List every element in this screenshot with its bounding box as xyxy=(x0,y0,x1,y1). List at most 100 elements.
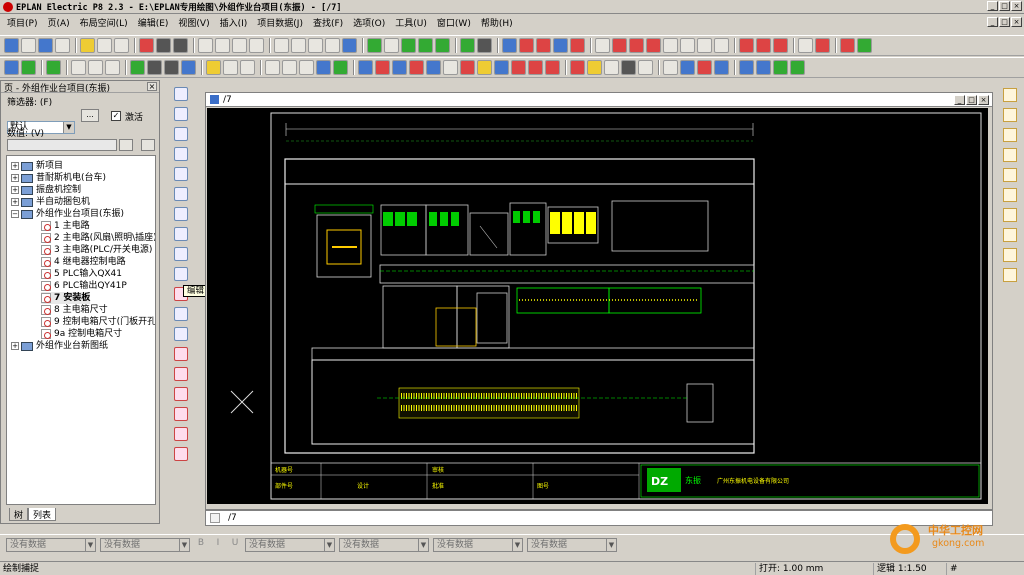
page-icon[interactable] xyxy=(274,38,289,53)
line-tool-icon[interactable] xyxy=(174,87,188,101)
doc-c-icon[interactable] xyxy=(299,60,314,75)
menu-view[interactable]: 视图(V) xyxy=(173,16,214,29)
swap-icon[interactable] xyxy=(316,60,331,75)
paste-icon[interactable] xyxy=(114,38,129,53)
ellipse-tool-icon[interactable] xyxy=(174,187,188,201)
image-tool-icon[interactable] xyxy=(174,307,188,321)
curve-icon[interactable] xyxy=(646,38,661,53)
polygon-tool-icon[interactable] xyxy=(174,127,188,141)
edit-tool-icon[interactable] xyxy=(174,267,188,281)
tree-node-project[interactable]: + 半自动捆包机 xyxy=(11,196,90,208)
drawing-canvas[interactable]: 机器号 部件号 设计 审核 批准 图号 DZ 东振 广州东振机电设备有限公司 xyxy=(207,108,988,504)
potential-icon[interactable] xyxy=(460,60,475,75)
zoom-fit-icon[interactable] xyxy=(435,38,450,53)
cable-icon[interactable] xyxy=(392,60,407,75)
connector-icon[interactable] xyxy=(426,60,441,75)
list-b-icon[interactable] xyxy=(756,38,771,53)
folder-icon[interactable] xyxy=(206,60,221,75)
line-icon[interactable] xyxy=(680,38,695,53)
undo-icon[interactable] xyxy=(198,38,213,53)
expand-icon[interactable] xyxy=(815,38,830,53)
previous-page-icon[interactable] xyxy=(460,38,475,53)
menu-project-data[interactable]: 项目数据(J) xyxy=(252,16,308,29)
grid-d-icon[interactable] xyxy=(553,38,568,53)
mount-icon[interactable] xyxy=(663,60,678,75)
menu-find[interactable]: 查找(F) xyxy=(308,16,348,29)
minimize-button[interactable]: _ xyxy=(987,1,998,11)
grid-a-icon[interactable] xyxy=(502,38,517,53)
value-apply-button[interactable] xyxy=(141,139,155,151)
tree-node-project-expanded[interactable]: − 外组作业台项目(东振) xyxy=(11,208,124,220)
terminal-icon[interactable] xyxy=(375,60,390,75)
menu-tools[interactable]: 工具(U) xyxy=(390,16,432,29)
table-icon[interactable] xyxy=(308,38,323,53)
tree-icon[interactable] xyxy=(4,60,19,75)
menu-page[interactable]: 页(A) xyxy=(42,16,74,29)
menu-layout-space[interactable]: 布局空间(L) xyxy=(75,16,133,29)
tree-node-page[interactable]: 4 继电器控制电路 xyxy=(41,256,126,268)
drawing-scrollbar[interactable] xyxy=(206,503,992,509)
window-icon[interactable] xyxy=(342,38,357,53)
junction-d-icon[interactable] xyxy=(1003,228,1017,242)
grid-c-icon[interactable] xyxy=(536,38,551,53)
check-icon[interactable] xyxy=(130,60,145,75)
bold-button[interactable]: B xyxy=(194,538,208,552)
drawing-vertical-scrollbar[interactable] xyxy=(993,92,997,510)
junction-a-icon[interactable] xyxy=(1003,168,1017,182)
property-select-4[interactable]: 没有数据 ▼ xyxy=(339,537,429,552)
close-button[interactable]: × xyxy=(1011,1,1022,11)
next-icon[interactable] xyxy=(333,60,348,75)
redo-icon[interactable] xyxy=(215,38,230,53)
draw-icon[interactable] xyxy=(156,38,171,53)
diagonal-b-icon[interactable] xyxy=(1003,268,1017,282)
sector-tool-icon[interactable] xyxy=(174,227,188,241)
rectangle-tool-icon[interactable] xyxy=(174,147,188,161)
cut-icon[interactable] xyxy=(80,38,95,53)
pencil-tool-icon[interactable] xyxy=(174,327,188,341)
layer-icon[interactable] xyxy=(181,60,196,75)
arrow-icon[interactable] xyxy=(714,38,729,53)
drawing-maximize-button[interactable]: □ xyxy=(966,95,977,105)
corner-br-icon[interactable] xyxy=(1003,148,1017,162)
macro-icon[interactable] xyxy=(147,60,162,75)
doc-b-icon[interactable] xyxy=(282,60,297,75)
drawing-close-button[interactable]: × xyxy=(978,95,989,105)
property-select-3[interactable]: 没有数据 ▼ xyxy=(245,537,335,552)
filter-browse-button[interactable]: ... xyxy=(81,109,99,122)
polyline-tool-icon[interactable] xyxy=(174,107,188,121)
tree-node-project[interactable]: + 外组作业台新图纸 xyxy=(11,340,108,352)
close-cross-icon[interactable] xyxy=(798,38,813,53)
list-a-icon[interactable] xyxy=(739,38,754,53)
angle-d-icon[interactable] xyxy=(790,60,805,75)
menu-edit[interactable]: 编辑(E) xyxy=(133,16,174,29)
tree-node-page[interactable]: 5 PLC输入QX41 xyxy=(41,268,122,280)
property-select-2[interactable]: 没有数据 ▼ xyxy=(100,537,190,552)
black-box-icon[interactable] xyxy=(443,60,458,75)
label-icon[interactable] xyxy=(587,60,602,75)
device-box-icon[interactable] xyxy=(545,60,560,75)
grid-b-icon[interactable] xyxy=(519,38,534,53)
value-options-button[interactable] xyxy=(119,139,133,151)
dimension-linear-icon[interactable] xyxy=(174,347,188,361)
report-icon[interactable] xyxy=(857,38,872,53)
property-select-6[interactable]: 没有数据 ▼ xyxy=(527,537,617,552)
corner-tl-icon[interactable] xyxy=(1003,88,1017,102)
property-select-5[interactable]: 没有数据 ▼ xyxy=(433,537,523,552)
snap-object-icon[interactable] xyxy=(612,38,627,53)
pages-icon[interactable] xyxy=(291,38,306,53)
italic-button[interactable]: I xyxy=(211,538,225,552)
rect-icon[interactable] xyxy=(697,38,712,53)
tree-node-page[interactable]: 9a 控制电箱尺寸 xyxy=(41,328,122,340)
align-a-icon[interactable] xyxy=(71,60,86,75)
grid-icon[interactable] xyxy=(325,38,340,53)
menu-project[interactable]: 项目(P) xyxy=(2,16,42,29)
menu-window[interactable]: 窗口(W) xyxy=(432,16,476,29)
magnet-icon[interactable] xyxy=(629,38,644,53)
angle-b-icon[interactable] xyxy=(756,60,771,75)
tree-node-page[interactable]: 6 PLC输出QY41P xyxy=(41,280,127,292)
plugin-icon[interactable] xyxy=(46,60,61,75)
structure-icon[interactable] xyxy=(528,60,543,75)
junction-b-icon[interactable] xyxy=(1003,188,1017,202)
junction-c-icon[interactable] xyxy=(1003,208,1017,222)
zoom-out-icon[interactable] xyxy=(418,38,433,53)
